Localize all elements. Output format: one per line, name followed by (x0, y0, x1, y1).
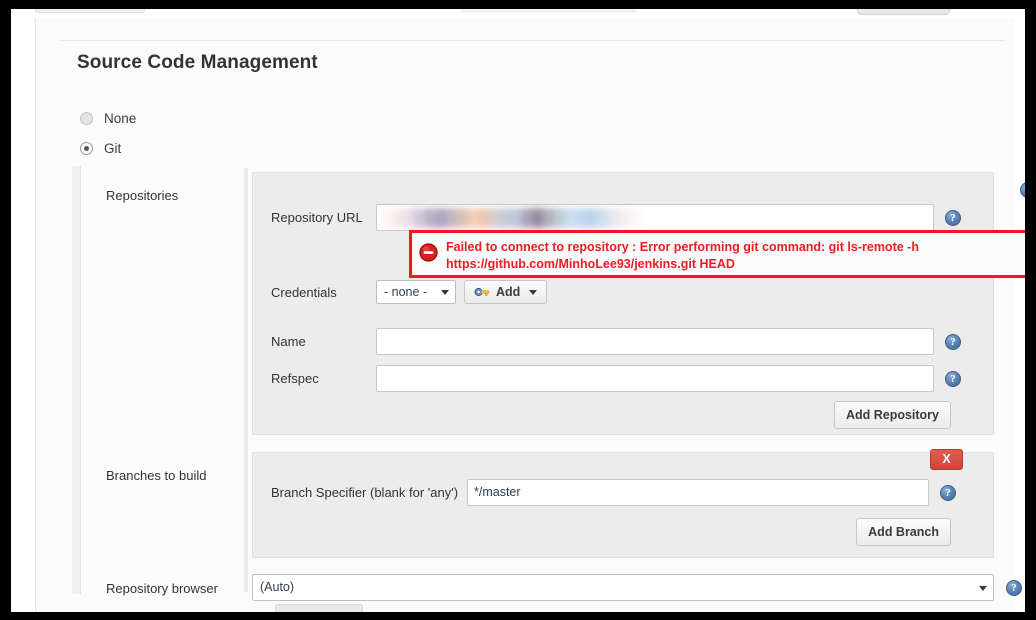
repository-url-input[interactable] (376, 204, 934, 231)
name-row: Name ? (271, 328, 977, 355)
cutoff-bottom-element[interactable] (275, 604, 363, 612)
refspec-help-icon[interactable]: ? (945, 370, 961, 387)
credentials-row: Credentials - none - Add (271, 280, 977, 304)
page-title: Source Code Management (77, 52, 318, 73)
redacted-url-overlay (382, 208, 640, 228)
credentials-select[interactable]: - none - (376, 280, 456, 304)
name-label: Name (271, 334, 306, 349)
repository-browser-help-icon[interactable]: ? (1006, 580, 1022, 596)
cutoff-button-top-right[interactable] (857, 9, 950, 15)
key-icon (474, 287, 490, 297)
git-configuration-block: Repositories Branches to build Repositor… (72, 166, 1025, 612)
repository-browser-row: (Auto) ? (252, 574, 1022, 601)
branches-to-build-label: Branches to build (106, 468, 207, 483)
chevron-down-icon (529, 289, 538, 295)
repository-connection-error: Failed to connect to repository : Error … (409, 230, 1025, 278)
error-circle-minus-icon (419, 243, 438, 262)
scm-option-git[interactable]: Git (80, 141, 121, 156)
branch-specifier-input[interactable]: */master (467, 479, 929, 506)
repository-url-row: Repository URL ? (271, 204, 977, 231)
add-credentials-button[interactable]: Add (464, 280, 548, 304)
error-message-line2: https://github.com/MinhoLee93/jenkins.gi… (446, 257, 735, 271)
left-guide-bar (72, 166, 81, 594)
credentials-label: Credentials (271, 284, 337, 300)
branches-panel: X Branch Specifier (blank for 'any') */m… (252, 449, 994, 558)
screenshot-annotation-frame: Source Code Management None Git Reposito… (11, 9, 1025, 612)
repository-browser-selected-value: (Auto) (260, 580, 295, 594)
refspec-label: Refspec (271, 371, 319, 386)
branch-specifier-label: Branch Specifier (blank for 'any') (271, 485, 459, 500)
error-message: Failed to connect to repository : Error … (446, 239, 919, 273)
repository-url-label: Repository URL (271, 210, 363, 225)
name-input[interactable] (376, 328, 934, 355)
radio-none-icon[interactable] (80, 112, 93, 125)
add-branch-button[interactable]: Add Branch (856, 518, 951, 546)
chevron-down-icon (979, 586, 987, 591)
radio-git-icon[interactable] (80, 142, 93, 155)
branch-specifier-value: */master (474, 485, 521, 499)
chevron-down-icon (441, 290, 449, 295)
branch-specifier-help-icon[interactable]: ? (940, 484, 956, 501)
branch-specifier-row: Branch Specifier (blank for 'any') */mas… (271, 479, 977, 506)
repository-browser-label: Repository browser (106, 581, 218, 596)
add-repository-button[interactable]: Add Repository (833, 401, 951, 429)
repositories-panel: Repository URL ? Credentials - none - Ad… (252, 172, 994, 435)
credentials-selected-value: - none - (384, 285, 428, 299)
scm-option-none-label: None (104, 111, 137, 126)
repository-url-help-icon[interactable]: ? (945, 209, 961, 226)
name-help-icon[interactable]: ? (945, 333, 961, 350)
refspec-row: Refspec ? (271, 365, 977, 392)
repositories-label: Repositories (106, 188, 179, 203)
error-message-line1: Failed to connect to repository : Error … (446, 240, 919, 254)
section-divider (60, 40, 1005, 41)
repositories-help-icon[interactable]: ? (1020, 182, 1025, 198)
panel-left-separator (244, 168, 248, 592)
add-credentials-label: Add (496, 285, 521, 299)
refspec-input[interactable] (376, 365, 934, 392)
cutoff-tab-middle[interactable] (461, 9, 636, 12)
configuration-page: Source Code Management None Git Reposito… (35, 18, 1025, 612)
repository-browser-select[interactable]: (Auto) (252, 574, 994, 601)
cutoff-tab-left[interactable] (35, 9, 145, 13)
scm-option-git-label: Git (104, 141, 122, 156)
delete-branch-button[interactable]: X (930, 449, 963, 470)
scm-option-none[interactable]: None (80, 111, 136, 126)
